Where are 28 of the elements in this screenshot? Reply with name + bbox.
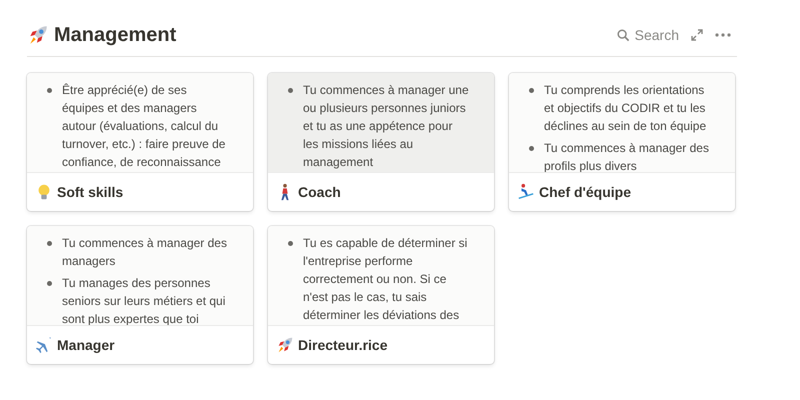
bullet-text: Tu commences à manager une ou plusieurs personnes juniors et tu as une appétence pour les missions liées au management [303, 82, 470, 171]
gallery-card[interactable]: Tu commences à manager une ou plusieurs personnes juniors et tu as une appétence pour les missions liées au management Coach [268, 73, 494, 211]
rocket-icon [276, 336, 294, 354]
card-title: Soft skills [57, 184, 124, 200]
card-title: Coach [298, 184, 341, 200]
bullet-text: Être apprécié(e) de ses équipes et des managers autour (évaluations, calcul du turnover, etc.) : faire preuve de confiance, de reconnaissance [62, 82, 226, 171]
search-icon [616, 28, 630, 42]
card-title: Directeur.rice [298, 337, 388, 353]
bullet-icon [529, 88, 534, 93]
bullet-text: Tu comprends les orientations et objectifs du CODIR et tu les déclines au sein de ton équipe [544, 82, 708, 135]
bullet-icon [529, 146, 534, 151]
search-button[interactable]: Search [610, 25, 685, 45]
card-title: Manager [57, 337, 115, 353]
gallery-card[interactable]: Être apprécié(e) de ses équipes et des managers autour (évaluations, calcul du turnover, etc.) : faire preuve de confiance, de reconnaissance Soft skills [27, 73, 253, 211]
expand-icon [691, 29, 703, 41]
airplane-icon [35, 336, 53, 354]
more-icon [715, 33, 731, 37]
bullet-text: Tu commences à manager des managers [62, 235, 228, 270]
skier-icon [517, 183, 535, 201]
bullet-icon [288, 241, 293, 246]
page-title: Management [54, 24, 178, 46]
bullet-text: Tu es capable de déterminer si l'entreprise performe correctement ou non. Si ce n'est pas le cas, tu sais déterminer les déviations des [303, 235, 468, 324]
bullet-icon [47, 281, 52, 286]
bullet-icon [47, 88, 52, 93]
bullet-icon [47, 241, 52, 246]
gallery-card[interactable]: Tu es capable de déterminer si l'entreprise performe correctement ou non. Si ce n'est pas le cas, tu sais déterminer les déviations des Directeur.rice [268, 226, 494, 364]
bullet-icon [288, 88, 293, 93]
card-title: Chef d'équipe [539, 184, 631, 200]
